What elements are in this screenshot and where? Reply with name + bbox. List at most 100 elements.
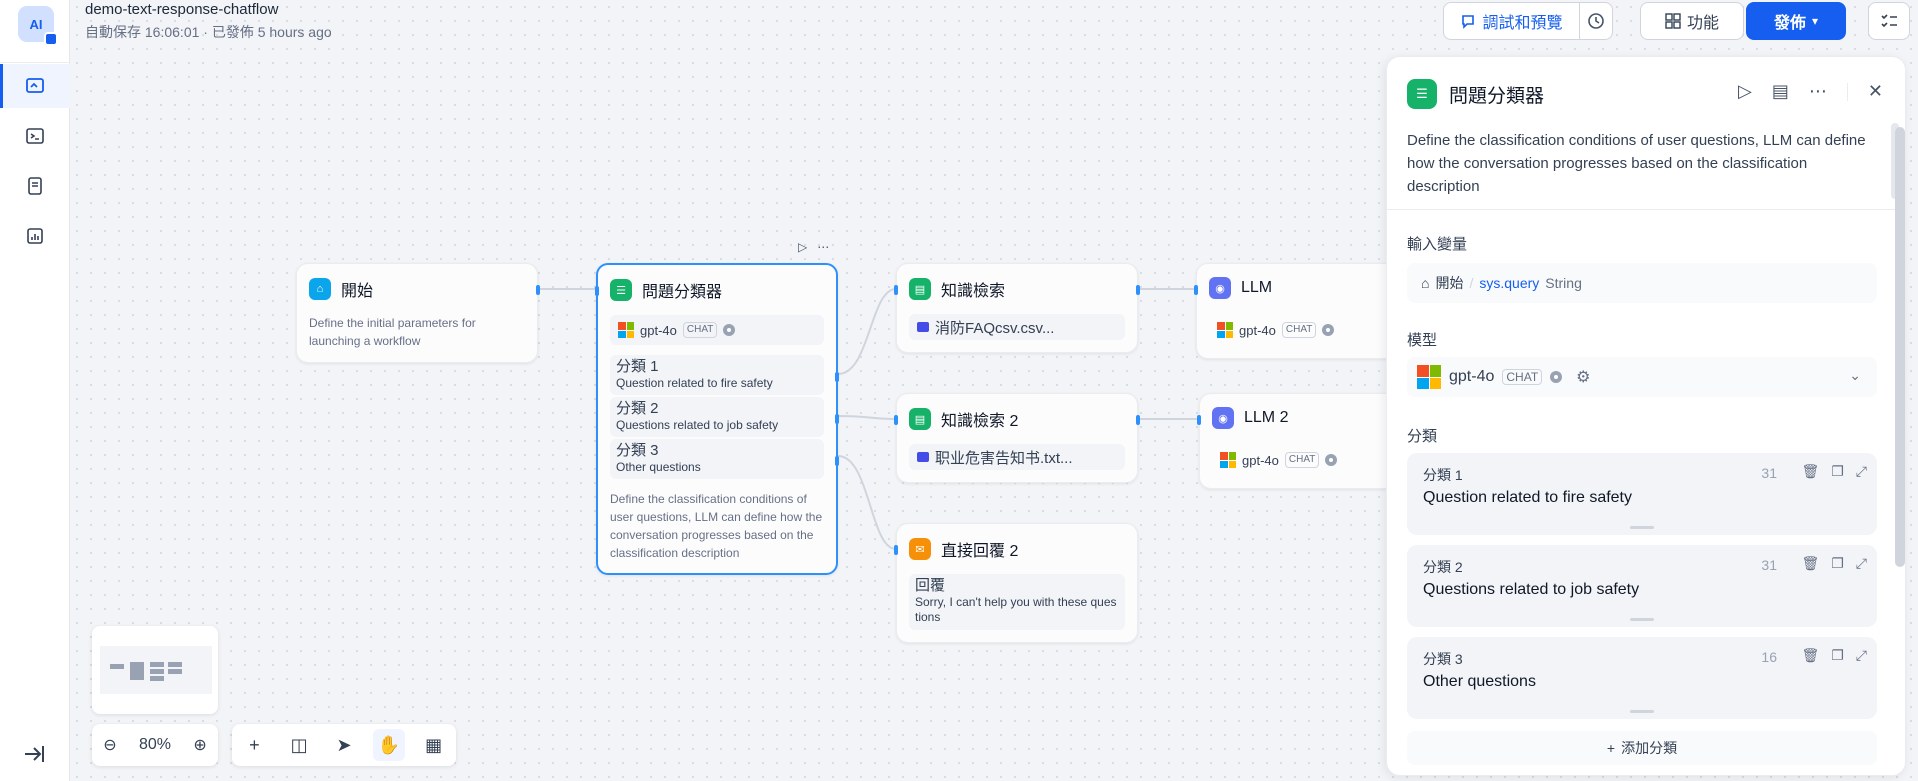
add-class-button[interactable]: + 添加分類 <box>1407 731 1877 765</box>
output-handle[interactable] <box>1136 415 1140 425</box>
logs-icon <box>28 177 42 195</box>
book-icon: ▤ <box>909 408 931 430</box>
input-handle[interactable] <box>1194 285 1198 295</box>
help-book-icon[interactable]: ▤ <box>1772 81 1789 102</box>
node-direct-answer-2[interactable]: ✉ 直接回覆 2 回覆 Sorry, I can't help you with… <box>894 523 1138 643</box>
sidebar-item-monitoring[interactable] <box>0 214 70 258</box>
class-card[interactable]: 分類 3 Other questions 16 🗑 ❐ ⤢ <box>1407 637 1877 719</box>
node-knowledge-retrieval-1[interactable]: ▤ 知識檢索 消防FAQcsv.csv... <box>894 263 1140 353</box>
copy-icon[interactable]: ❐ <box>1831 647 1844 664</box>
debug-preview-button[interactable]: 調試和預覽 <box>1443 2 1579 40</box>
chevron-down-icon[interactable]: ⌄ <box>1849 367 1861 384</box>
output-handle[interactable] <box>536 285 540 295</box>
model-provider-icon <box>1217 322 1233 338</box>
input-handle[interactable] <box>894 545 898 555</box>
vision-icon <box>1322 324 1335 336</box>
collapse-sidebar-icon[interactable] <box>20 740 48 768</box>
debug-icon <box>1462 15 1475 29</box>
output-handle-2[interactable] <box>835 414 839 424</box>
pointer-icon[interactable]: ➤ <box>328 729 360 761</box>
resize-grip[interactable] <box>1630 710 1654 713</box>
expand-icon[interactable]: ⤢ <box>1856 463 1867 480</box>
vision-icon <box>1550 371 1563 383</box>
class-card[interactable]: 分類 1 Question related to fire safety 31 … <box>1407 453 1877 535</box>
output-handle-3[interactable] <box>835 456 839 466</box>
settings-sliders-icon[interactable]: ⚙ <box>1576 367 1590 387</box>
class-card[interactable]: 分類 2 Questions related to job safety 31 … <box>1407 545 1877 627</box>
node-question-classifier[interactable]: ☰ 問題分類器 gpt-4o CHAT 分類 1 Question relate… <box>595 263 839 575</box>
more-icon[interactable]: ⋯ <box>817 240 829 254</box>
input-handle[interactable] <box>894 285 898 295</box>
home-icon: ⌂ <box>309 278 331 300</box>
checklist-icon <box>1881 14 1897 28</box>
home-icon: ⌂ <box>1421 275 1430 291</box>
organize-icon[interactable]: ▦ <box>418 729 450 761</box>
zoom-in-icon[interactable]: ⊕ <box>193 735 206 755</box>
folder-icon <box>917 452 929 462</box>
hand-icon[interactable]: ✋ <box>372 729 405 761</box>
model-provider-icon <box>1417 365 1441 389</box>
input-handle[interactable] <box>894 415 898 425</box>
llm-icon: ◉ <box>1209 277 1231 299</box>
book-icon: ▤ <box>909 278 931 300</box>
sidebar-item-logs[interactable] <box>0 164 70 208</box>
panel-description[interactable]: Define the classification conditions of … <box>1407 129 1877 198</box>
sidebar-item-orchestrate[interactable] <box>0 64 70 108</box>
sidebar-divider <box>0 62 70 63</box>
expand-icon[interactable]: ⤢ <box>1856 647 1867 664</box>
node-quick-actions: ▷ ⋯ <box>798 240 829 254</box>
run-node-icon[interactable]: ▷ <box>798 240 807 254</box>
model-provider-icon <box>1220 452 1236 468</box>
features-button[interactable]: 功能 <box>1640 2 1744 40</box>
model-pill: gpt-4o CHAT <box>610 315 824 345</box>
app-logo-icon[interactable]: AI <box>18 6 58 46</box>
answer-box: 回覆 Sorry, I can't help you with these qu… <box>909 574 1125 630</box>
input-handle[interactable] <box>595 286 599 296</box>
divider <box>1387 209 1905 210</box>
class-item: 分類 2 Questions related to job safety <box>610 397 824 437</box>
clock-history-icon <box>1588 13 1604 29</box>
output-handle-1[interactable] <box>835 372 839 382</box>
expand-icon[interactable]: ⤢ <box>1856 555 1867 572</box>
grid-icon <box>1665 13 1681 29</box>
vision-icon <box>723 324 736 336</box>
delete-icon[interactable]: 🗑 <box>1801 647 1819 664</box>
zoom-level[interactable]: 80% <box>139 736 171 754</box>
run-step-icon[interactable]: ▷ <box>1738 81 1752 102</box>
divider <box>1846 82 1848 101</box>
more-icon[interactable]: ⋯ <box>1809 81 1827 102</box>
classifier-icon: ☰ <box>610 279 632 301</box>
node-knowledge-retrieval-2[interactable]: ▤ 知識檢索 2 职业危害告知书.txt... <box>894 393 1140 483</box>
sidebar-item-api[interactable] <box>0 114 70 158</box>
dataset-pill: 职业危害告知书.txt... <box>909 444 1125 470</box>
add-note-icon[interactable]: ◫ <box>283 729 315 761</box>
copy-icon[interactable]: ❐ <box>1831 463 1844 480</box>
output-handle[interactable] <box>1136 285 1140 295</box>
resize-grip[interactable] <box>1630 526 1654 529</box>
delete-icon[interactable]: 🗑 <box>1801 555 1819 572</box>
model-pill: gpt-4o CHAT <box>1220 452 1338 468</box>
publish-button[interactable]: 發佈 ▾ <box>1746 2 1846 40</box>
class-item: 分類 3 Other questions <box>610 439 824 479</box>
zoom-out-icon[interactable]: ⊖ <box>103 735 116 755</box>
close-icon[interactable]: ✕ <box>1868 81 1883 102</box>
node-start[interactable]: ⌂ 開始 Define the initial parameters for l… <box>296 263 540 363</box>
model-selector[interactable]: gpt-4o CHAT ⚙ ⌄ <box>1407 357 1877 397</box>
model-pill: gpt-4o CHAT <box>1217 322 1335 338</box>
node-llm-1[interactable]: ◉ LLM gpt-4o CHAT <box>1194 263 1416 359</box>
copy-icon[interactable]: ❐ <box>1831 555 1844 572</box>
vision-icon <box>1325 454 1338 466</box>
input-handle[interactable] <box>1197 415 1201 425</box>
add-node-icon[interactable]: + <box>238 729 270 761</box>
classifier-icon: ☰ <box>1407 79 1437 109</box>
input-variable-field[interactable]: ⌂ 開始 / sys.query String <box>1407 263 1877 303</box>
resize-grip[interactable] <box>1630 618 1654 621</box>
node-llm-2[interactable]: ◉ LLM 2 gpt-4o CHAT <box>1197 393 1416 489</box>
run-history-button[interactable] <box>1579 2 1613 40</box>
delete-icon[interactable]: 🗑 <box>1801 463 1819 480</box>
model-label: 模型 <box>1407 332 1438 349</box>
minimap[interactable] <box>92 626 218 714</box>
checklist-button[interactable] <box>1868 2 1910 40</box>
answer-icon: ✉ <box>909 538 931 560</box>
panel-scrollbar[interactable] <box>1895 127 1905 567</box>
